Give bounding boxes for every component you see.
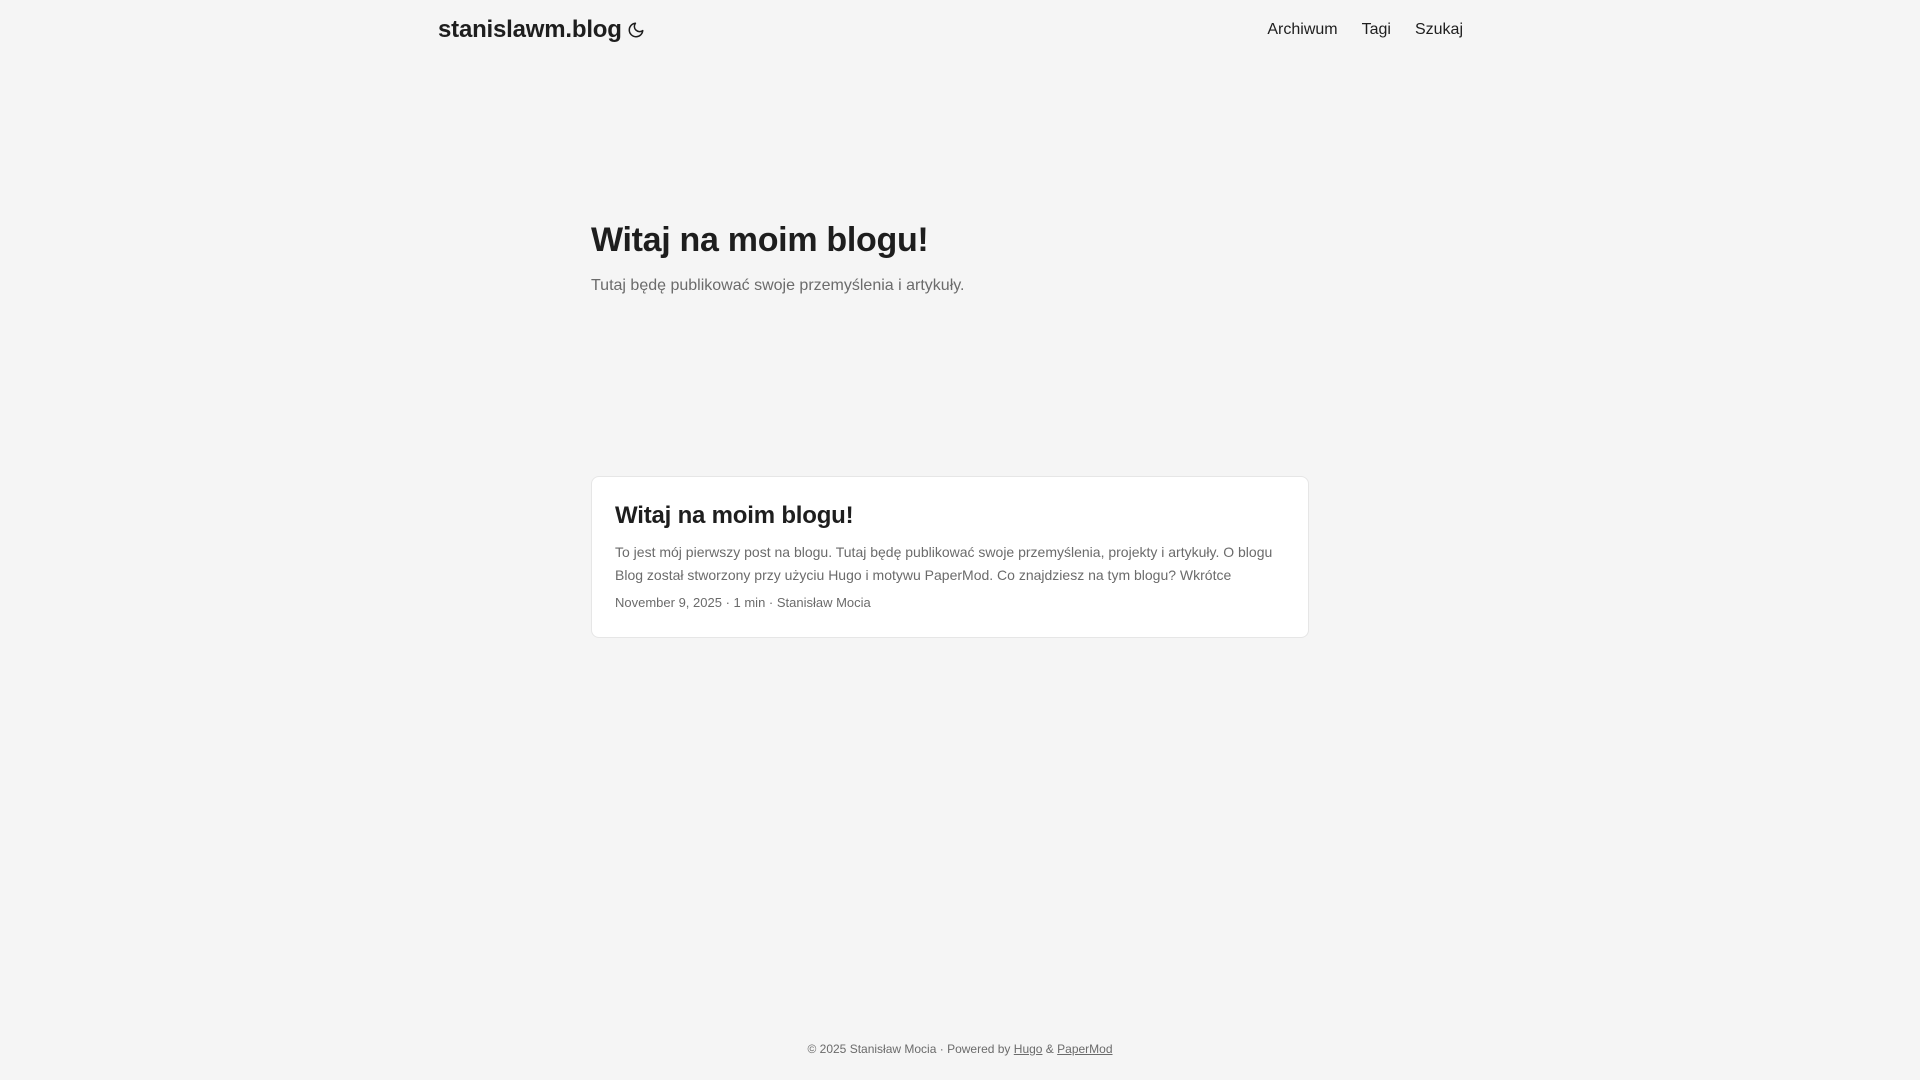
site-header: stanislawm.blog Archiwum Tagi Szukaj [0,0,1920,60]
menu-item-archiwum[interactable]: Archiwum [1267,18,1337,42]
footer-ampersand: & [1042,1042,1058,1056]
footer-separator: · [936,1042,948,1056]
site-logo[interactable]: stanislawm.blog [438,15,622,45]
footer-hugo-link[interactable]: Hugo [1014,1042,1043,1056]
footer-powered-by: Powered by [947,1042,1011,1056]
theme-toggle-button[interactable] [624,18,648,42]
footer-papermod-link[interactable]: PaperMod [1057,1042,1112,1056]
menu-item-szukaj[interactable]: Szukaj [1415,18,1463,42]
post-title[interactable]: Witaj na moim blogu! [615,501,1285,531]
post-meta: November 9, 2025 · 1 min · Stanisław Moc… [615,595,871,610]
page-subtitle: Tutaj będę publikować swoje przemyślenia… [591,277,965,294]
menu-item-tagi[interactable]: Tagi [1362,18,1391,42]
post-entry[interactable]: Witaj na moim blogu! To jest mój pierwsz… [591,476,1309,638]
page-title: Witaj na moim blogu! [591,221,929,259]
footer-copyright: © 2025 Stanisław Mocia [807,1042,937,1056]
site-footer: © 2025 Stanisław Mocia · Powered by Hugo… [0,1040,1920,1058]
post-summary: To jest mój pierwszy post na blogu. Tuta… [615,544,1273,583]
moon-icon [628,22,644,38]
home-info: Witaj na moim blogu! Tutaj będę publikow… [591,218,1311,298]
main-menu: Archiwum Tagi Szukaj [1267,18,1463,42]
